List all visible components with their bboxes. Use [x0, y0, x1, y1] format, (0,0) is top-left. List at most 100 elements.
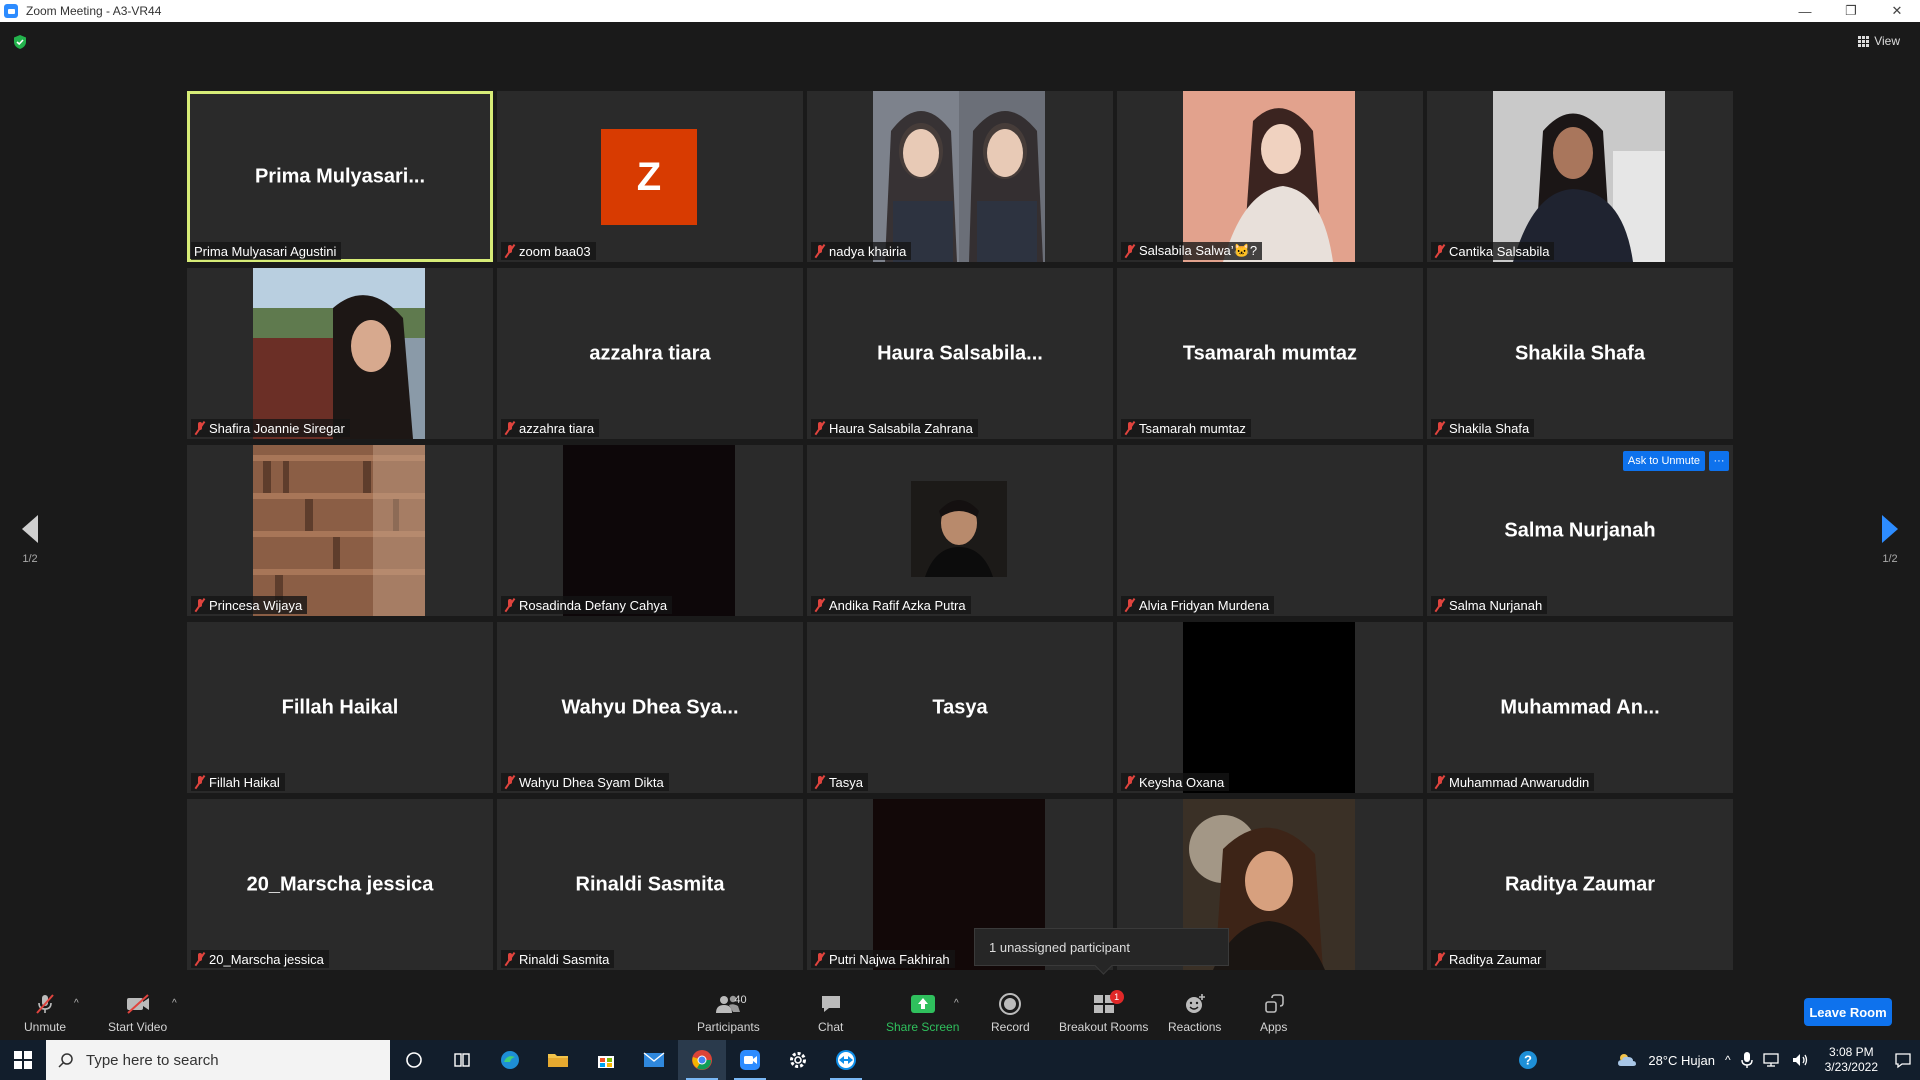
participant-name-label: Alvia Fridyan Murdena [1121, 596, 1275, 614]
breakout-rooms-label: Breakout Rooms [1059, 1020, 1149, 1034]
microphone-muted-icon [36, 994, 54, 1014]
window-titlebar: Zoom Meeting - A3-VR44 — ❐ ✕ [0, 0, 1920, 22]
ask-to-unmute-button[interactable]: Ask to Unmute [1622, 451, 1705, 471]
participant-name: Rinaldi Sasmita [519, 951, 610, 967]
participant-tile[interactable]: Alvia Fridyan Murdena [1117, 445, 1423, 616]
taskbar-chrome[interactable] [678, 1040, 726, 1080]
taskbar-settings[interactable] [774, 1040, 822, 1080]
volume-icon[interactable] [1791, 1052, 1809, 1068]
participant-name-label: Rosadinda Defany Cahya [501, 596, 673, 614]
mic-muted-icon [1124, 775, 1136, 789]
mic-muted-icon [504, 598, 516, 612]
participant-tile[interactable]: Wahyu Dhea Sya... Wahyu Dhea Syam Dikta [497, 622, 803, 793]
reactions-button[interactable]: Reactions [1168, 992, 1221, 1034]
participant-name-label: Cantika Salsabila [1431, 242, 1555, 260]
participant-tile[interactable]: Z zoom baa03 [497, 91, 803, 262]
chat-button[interactable]: Chat [818, 992, 843, 1034]
participant-tile[interactable]: 20_Marscha jessica 20_Marscha jessica [187, 799, 493, 970]
apps-button[interactable]: Apps [1260, 992, 1287, 1034]
participant-tile[interactable]: Fillah Haikal Fillah Haikal [187, 622, 493, 793]
start-button[interactable] [0, 1040, 46, 1080]
start-video-button[interactable]: Start Video [108, 992, 167, 1034]
taskbar-search-box[interactable]: Type here to search [46, 1040, 390, 1080]
view-button[interactable]: View [1858, 34, 1900, 48]
participant-tile[interactable]: Raditya Zaumar Raditya Zaumar [1427, 799, 1733, 970]
participant-name: Cantika Salsabila [1449, 243, 1550, 259]
edge-browser-icon [501, 1051, 519, 1069]
taskbar-zoom[interactable] [726, 1040, 774, 1080]
page-indicator-left: 1/2 [22, 553, 38, 565]
participant-name-label: Raditya Zaumar [1431, 950, 1547, 968]
share-screen-icon [910, 995, 935, 1013]
unmute-button[interactable]: Unmute [24, 992, 66, 1034]
participant-tile[interactable]: Haura Salsabila... Haura Salsabila Zahra… [807, 268, 1113, 439]
taskbar-teamviewer[interactable] [822, 1040, 870, 1080]
leave-room-button[interactable]: Leave Room [1804, 998, 1892, 1026]
chevron-up-icon[interactable]: ^ [1725, 1053, 1731, 1067]
task-view-icon [454, 1053, 470, 1067]
more-options-button[interactable]: ··· [1709, 451, 1729, 471]
participant-name: Tasya [829, 774, 863, 790]
mic-muted-icon [1124, 421, 1136, 435]
help-button[interactable]: ? [1510, 1040, 1546, 1080]
mic-muted-icon [504, 952, 516, 966]
cortana-icon [406, 1052, 422, 1068]
participant-tile[interactable]: nadya khairia [807, 91, 1113, 262]
previous-page-button[interactable]: 1/2 [18, 515, 42, 565]
meeting-toolbar: Unmute ^ Start Video ^ 40 Participants C… [0, 978, 1920, 1040]
breakout-rooms-button[interactable]: 1 Breakout Rooms [1059, 990, 1149, 1034]
participant-name: Salma Nurjanah [1449, 597, 1543, 613]
share-screen-button[interactable]: Share Screen [886, 992, 959, 1034]
next-page-button[interactable]: 1/2 [1878, 515, 1902, 565]
participant-tile[interactable]: Rosadinda Defany Cahya [497, 445, 803, 616]
participants-button[interactable]: 40 Participants [697, 992, 760, 1034]
participant-name-label: Salsabila Salwa’🐱? [1121, 242, 1263, 260]
weather-text[interactable]: 28°C Hujan [1648, 1053, 1715, 1068]
participant-tile[interactable]: Rinaldi Sasmita Rinaldi Sasmita [497, 799, 803, 970]
record-button[interactable]: Record [991, 992, 1030, 1034]
security-shield-icon[interactable] [12, 34, 28, 50]
notifications-icon[interactable] [1894, 1051, 1912, 1069]
microphone-icon[interactable] [1740, 1051, 1753, 1069]
participant-tile[interactable]: Princesa Wijaya [187, 445, 493, 616]
taskbar-clock[interactable]: 3:08 PM 3/23/2022 [1819, 1045, 1884, 1075]
participant-tile[interactable]: Salsabila Salwa’🐱? [1117, 91, 1423, 262]
video-options-caret[interactable]: ^ [172, 998, 177, 1009]
participant-tile[interactable]: Tsamarah mumtaz Tsamarah mumtaz [1117, 268, 1423, 439]
participant-name: Keysha Oxana [1139, 774, 1225, 790]
mic-muted-icon [814, 244, 826, 258]
mic-muted-icon [1124, 598, 1136, 612]
mic-muted-icon [814, 598, 826, 612]
network-icon[interactable] [1762, 1052, 1781, 1068]
participant-tile[interactable]: azzahra tiara azzahra tiara [497, 268, 803, 439]
store-bag-icon [598, 1056, 614, 1068]
minimize-button[interactable]: — [1782, 0, 1828, 22]
participant-name: Putri Najwa Fakhirah [829, 951, 950, 967]
participant-tile[interactable]: Tasya Tasya [807, 622, 1113, 793]
task-view-button[interactable] [438, 1040, 486, 1080]
taskbar-mail[interactable] [630, 1040, 678, 1080]
audio-options-caret[interactable]: ^ [74, 998, 79, 1009]
participant-name: Muhammad Anwaruddin [1449, 774, 1590, 790]
taskbar-edge[interactable] [486, 1040, 534, 1080]
taskbar-store[interactable] [582, 1040, 630, 1080]
participant-tile[interactable]: Cantika Salsabila [1427, 91, 1733, 262]
search-icon [58, 1053, 73, 1068]
close-button[interactable]: ✕ [1874, 0, 1920, 22]
mic-muted-icon [814, 775, 826, 789]
participant-tile[interactable]: Keysha Oxana [1117, 622, 1423, 793]
taskbar-file-explorer[interactable] [534, 1040, 582, 1080]
mic-muted-icon [814, 421, 826, 435]
restore-button[interactable]: ❐ [1828, 0, 1874, 22]
participant-tile[interactable]: Muhammad An... Muhammad Anwaruddin [1427, 622, 1733, 793]
share-options-caret[interactable]: ^ [954, 998, 959, 1009]
participant-tile[interactable]: Andika Rafif Azka Putra [807, 445, 1113, 616]
participant-tile[interactable]: Shafira Joannie Siregar [187, 268, 493, 439]
mic-muted-icon [1434, 952, 1446, 966]
participant-tile[interactable]: Ask to Unmute ··· Salma Nurjanah Salma N… [1427, 445, 1733, 616]
breakout-badge: 1 [1109, 990, 1124, 1004]
participant-tile[interactable]: Prima Mulyasari... Prima Mulyasari Agust… [187, 91, 493, 262]
cortana-button[interactable] [390, 1040, 438, 1080]
participant-tile[interactable]: Shakila Shafa Shakila Shafa [1427, 268, 1733, 439]
participant-video [1183, 622, 1355, 793]
